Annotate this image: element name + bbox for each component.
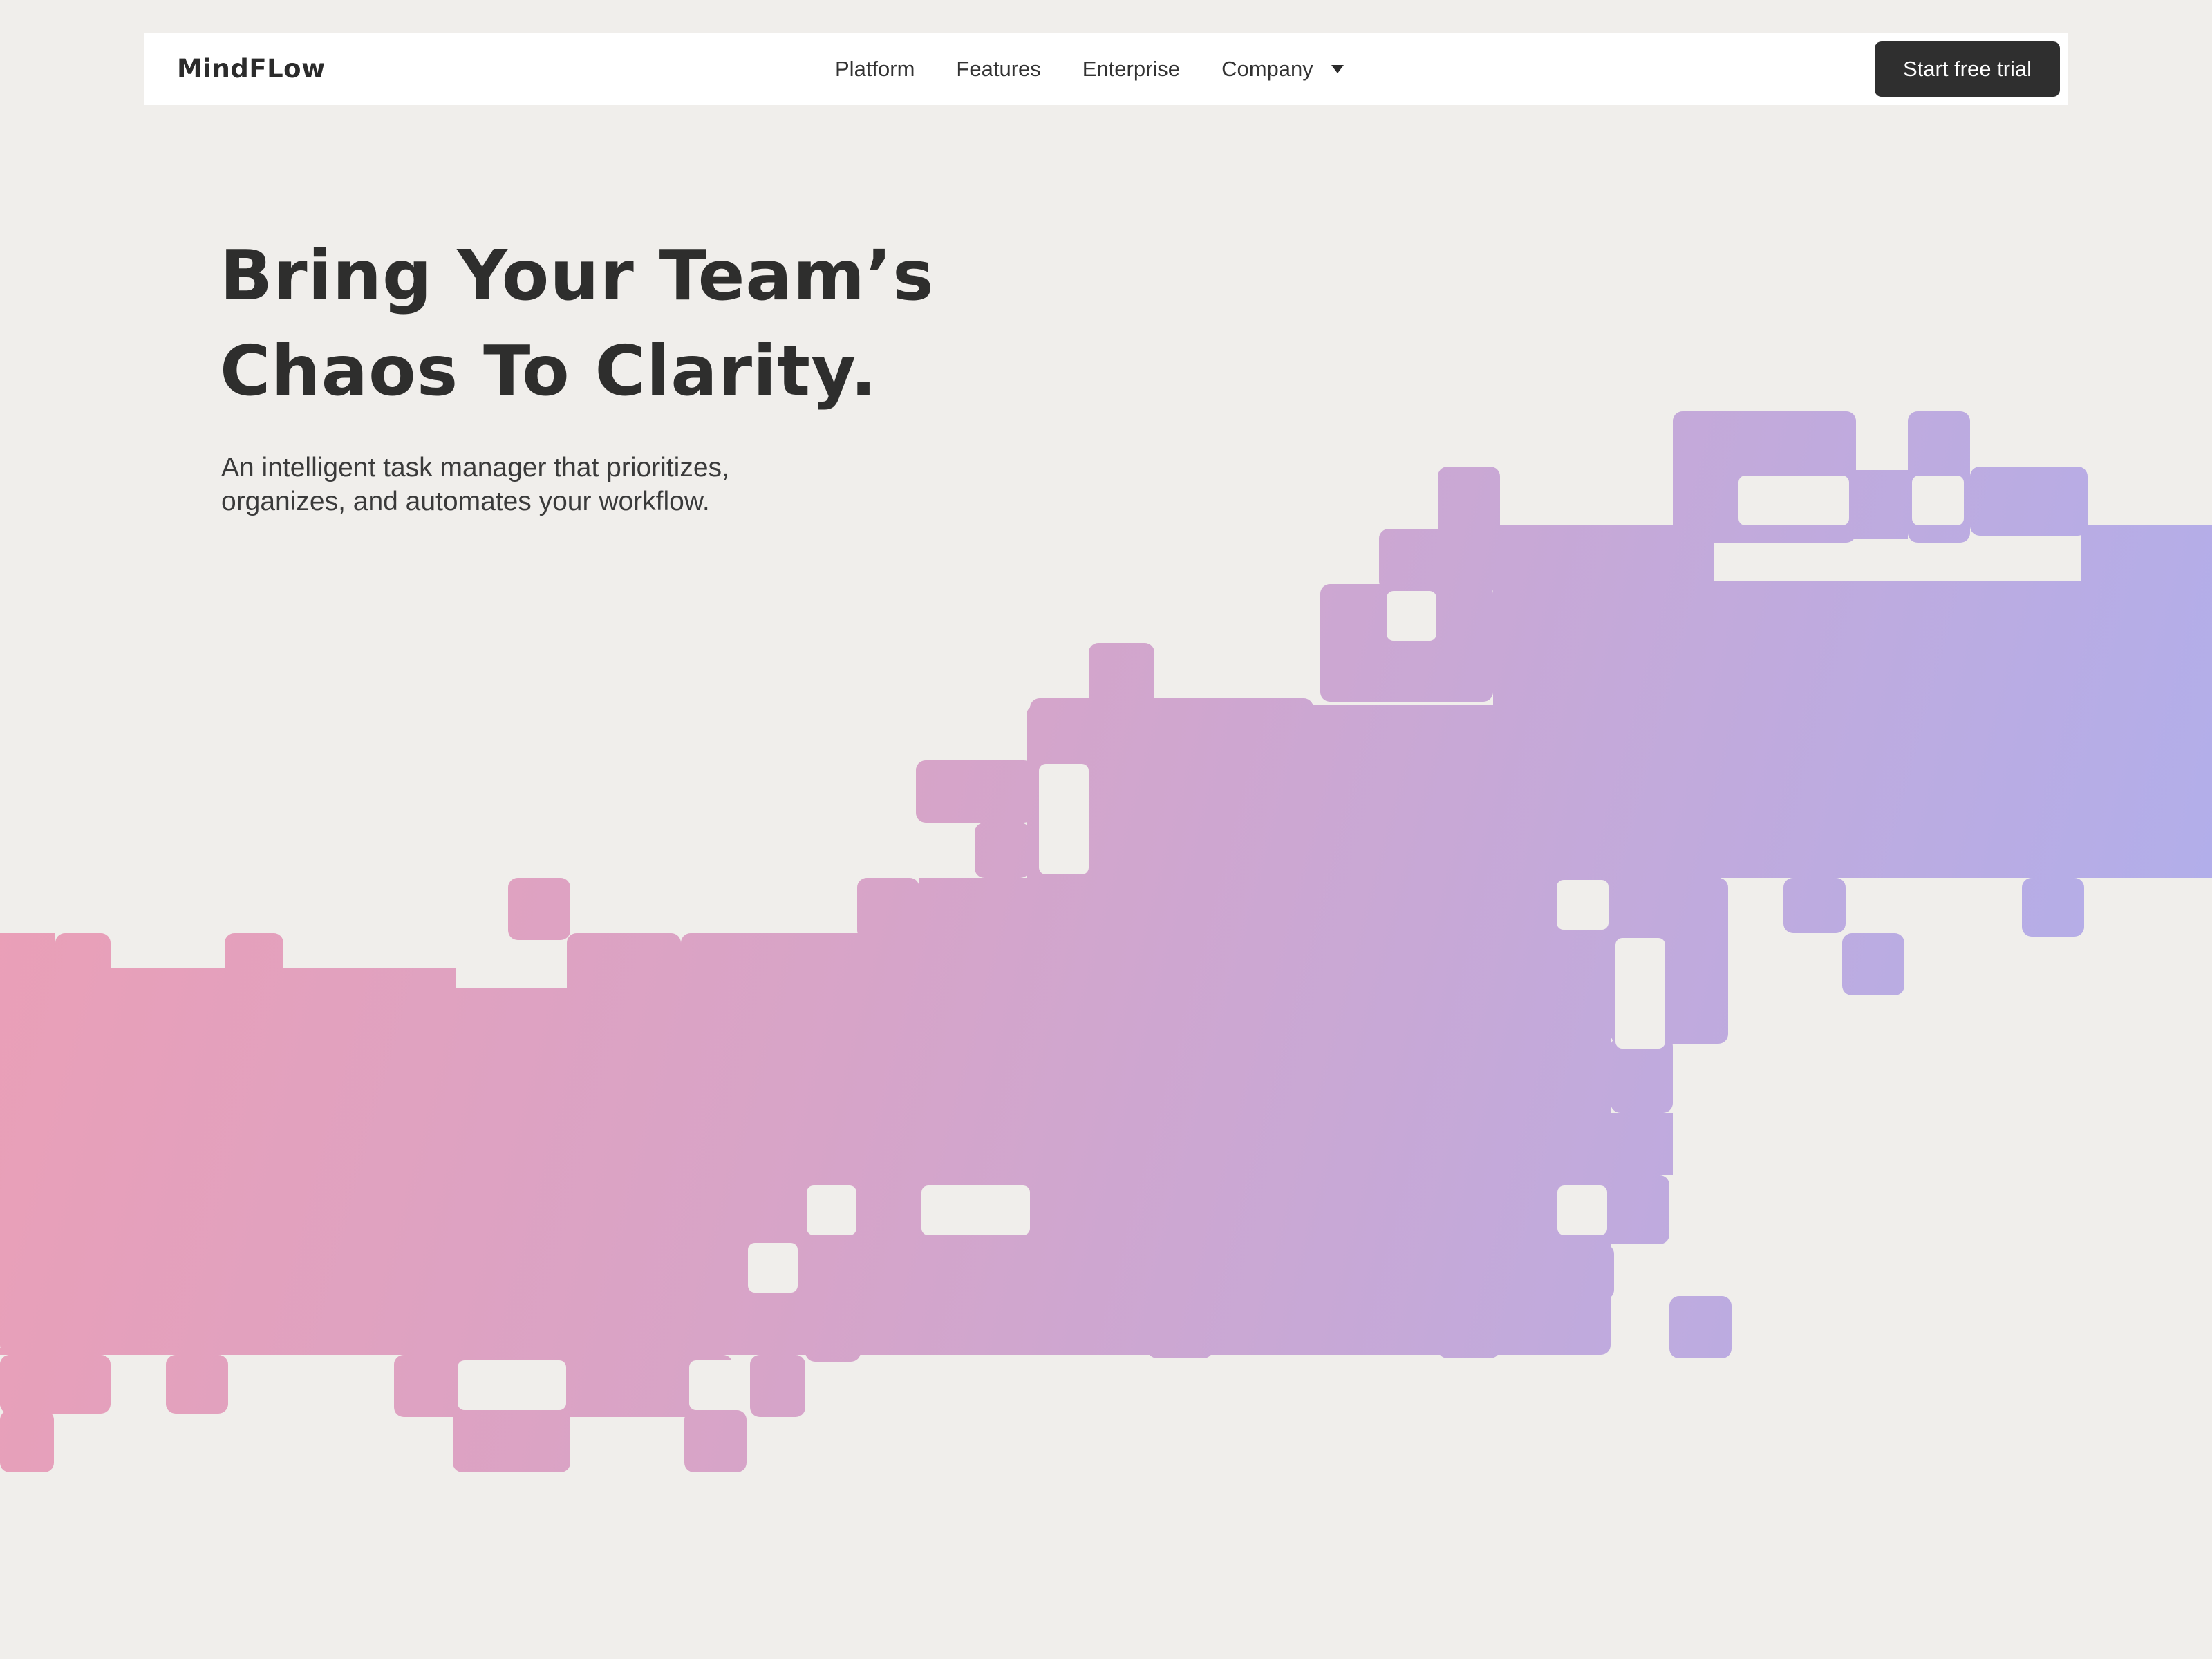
chevron-down-icon bbox=[1331, 65, 1344, 73]
nav-item-features[interactable]: Features bbox=[956, 57, 1040, 82]
hero-title-line: Bring Your Team’s bbox=[220, 235, 935, 316]
nav-item-enterprise[interactable]: Enterprise bbox=[1082, 57, 1180, 82]
brand-logo[interactable]: MindFLow bbox=[177, 33, 326, 105]
nav-item-label: Platform bbox=[835, 57, 915, 81]
nav-item-label: Features bbox=[956, 57, 1041, 81]
top-navbar: MindFLow Platform Features Enterprise Co… bbox=[144, 33, 2068, 105]
start-free-trial-button[interactable]: Start free trial bbox=[1875, 41, 2060, 97]
hero-subtitle-line: An intelligent task manager that priorit… bbox=[221, 453, 729, 482]
nav-item-label: Company bbox=[1221, 57, 1313, 81]
nav-item-label: Enterprise bbox=[1082, 57, 1181, 81]
hero-subtitle-line: organizes, and automates your workflow. bbox=[221, 487, 710, 516]
nav-item-platform[interactable]: Platform bbox=[835, 57, 915, 82]
nav-item-company-dropdown[interactable]: Company bbox=[1221, 57, 1344, 82]
hero-title-line: Chaos To Clarity. bbox=[220, 330, 878, 411]
hero-title: Bring Your Team’s Chaos To Clarity. bbox=[220, 228, 980, 419]
primary-nav: Platform Features Enterprise Company bbox=[835, 33, 1344, 105]
hero-subtitle: An intelligent task manager that priorit… bbox=[221, 451, 843, 518]
